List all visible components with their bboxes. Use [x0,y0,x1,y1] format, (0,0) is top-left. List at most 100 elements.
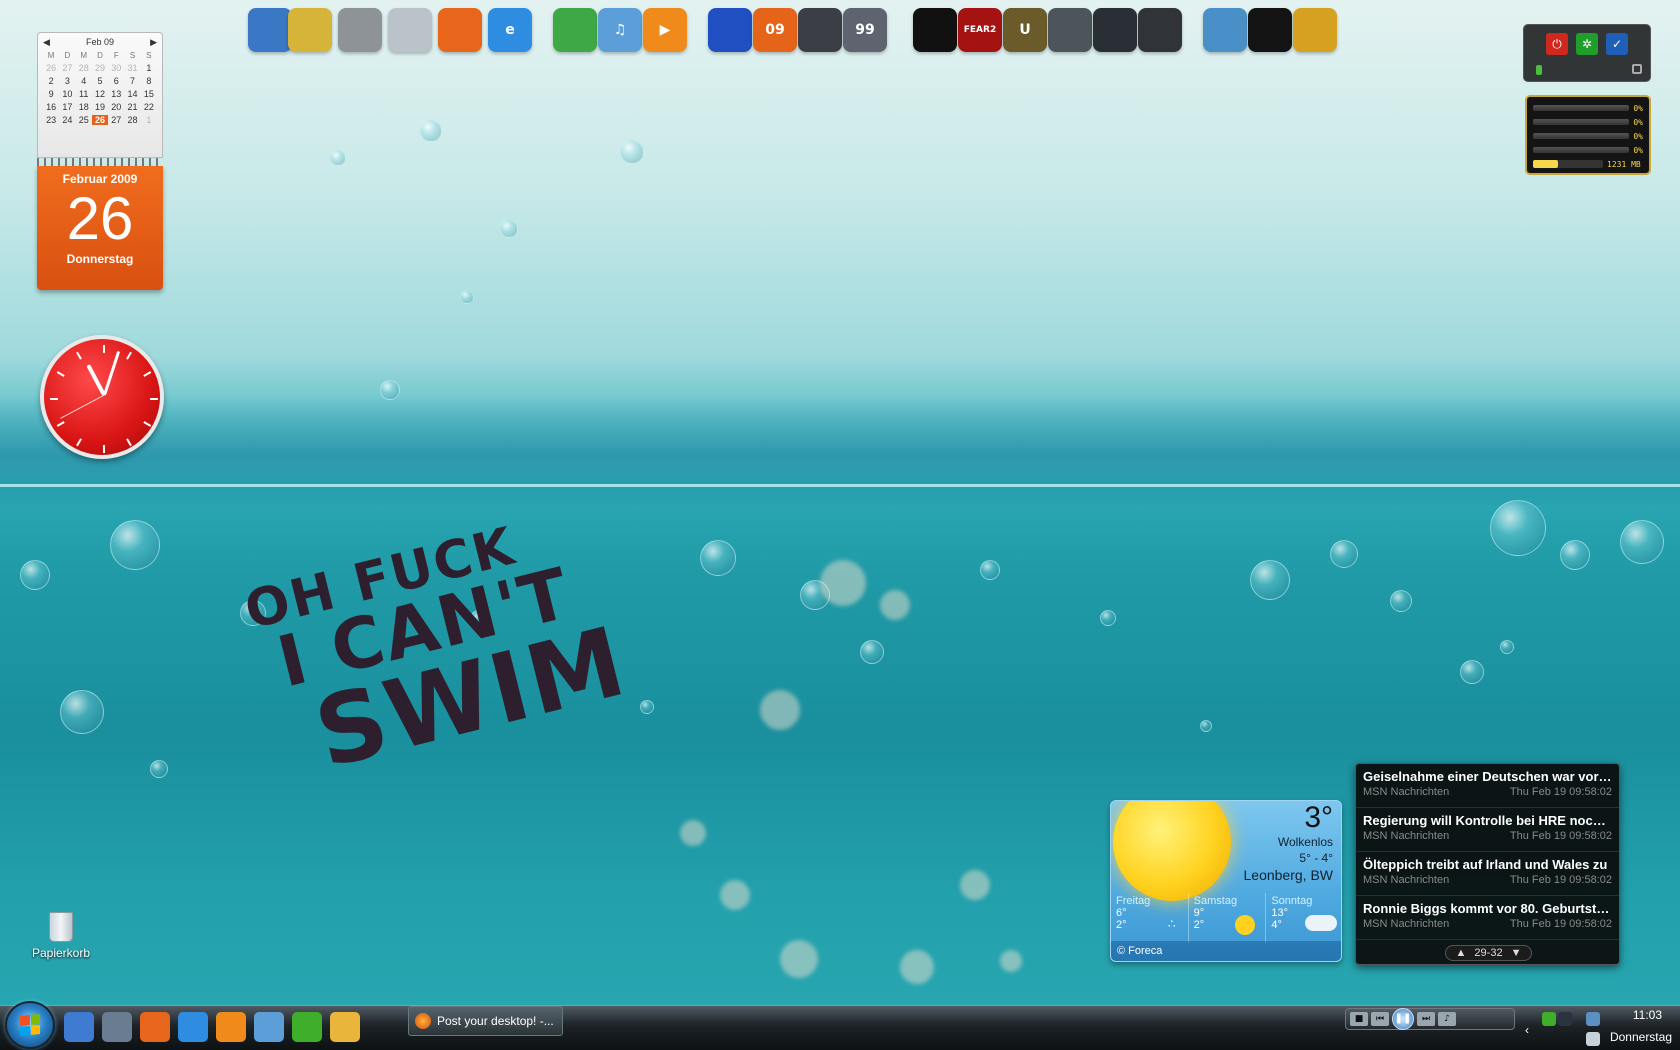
documents-icon[interactable] [288,8,332,52]
calendar-day-cell[interactable]: 15 [141,89,157,99]
weather-credit[interactable]: © Foreca [1111,941,1341,961]
shutdown-button[interactable]: ⏻ [1546,33,1568,55]
icq-tray-icon[interactable] [1542,1012,1556,1026]
media-player-icon[interactable]: ▶ [643,8,687,52]
crysis-icon[interactable] [1048,8,1092,52]
calendar-day-cell[interactable]: 21 [124,102,140,112]
news-item[interactable]: Ronnie Biggs kommt vor 80. Geburtstag ..… [1356,896,1619,940]
calendar-day-cell[interactable]: 20 [108,102,124,112]
restart-button[interactable]: ✲ [1576,33,1598,55]
tools-icon[interactable] [338,8,382,52]
calendar-gadget[interactable]: ◀ Feb 09 ▶ M D M D F S S 26 27 28 29 30 31 1 2 3 4 5 6 7 8 9 1… [37,32,163,290]
calendar-day-cell[interactable]: 1 [141,115,157,125]
recycle-bin-icon[interactable] [388,8,432,52]
itunes-icon[interactable] [254,1012,284,1042]
news-source: MSN Nachrichten [1363,830,1450,842]
calendar-day-cell[interactable]: 17 [59,102,75,112]
firefox-icon[interactable] [140,1012,170,1042]
news-item[interactable]: Regierung will Kontrolle bei HRE noch im… [1356,808,1619,852]
calendar-day-cell[interactable]: 26 [91,115,109,125]
media-next-button[interactable]: ⏭ [1417,1012,1435,1026]
calendar-day-cell[interactable]: 8 [141,76,157,86]
calendar-day-cell[interactable]: 29 [92,63,108,73]
calendar-day-cell[interactable]: 25 [76,115,92,125]
icq-icon[interactable] [292,1012,322,1042]
lock-icon[interactable] [1632,64,1642,74]
show-hidden-icons-icon[interactable]: ‹ [1525,1023,1539,1037]
calendar-day-cell[interactable]: 1 [141,63,157,73]
steam-icon[interactable] [913,8,957,52]
volume-tray-icon[interactable] [1586,1032,1600,1046]
internet-explorer-icon[interactable] [178,1012,208,1042]
news-date: Thu Feb 19 09:58:02 [1509,830,1612,842]
calendar-day-cell[interactable]: 3 [59,76,75,86]
calendar-day-cell[interactable]: 22 [141,102,157,112]
pager-down-icon[interactable]: ▼ [1511,947,1522,959]
shirt-icon[interactable] [1248,8,1292,52]
taskbar-window-button[interactable]: Post your desktop! -... [408,1006,563,1036]
windows-icon[interactable] [553,8,597,52]
calendar-day-cell[interactable]: 12 [92,89,108,99]
internet-explorer-icon[interactable]: e [488,8,532,52]
steam-tray-icon[interactable] [1558,1012,1572,1026]
switch-windows-icon[interactable] [102,1012,132,1042]
game-launcher-icon[interactable] [1093,8,1137,52]
calendar-day-cell[interactable]: 28 [124,115,140,125]
calendar-day-cell[interactable]: 19 [92,102,108,112]
nero-icon[interactable]: 09 [753,8,797,52]
news-item[interactable]: Geiselnahme einer Deutschen war vorge...… [1356,764,1619,808]
calendar-day-cell[interactable]: 6 [108,76,124,86]
start-button[interactable] [5,1001,55,1049]
eagle-icon[interactable] [1138,8,1182,52]
monitor-icon[interactable]: 99 [843,8,887,52]
calendar-day-cell[interactable]: 23 [43,115,59,125]
calendar-day-cell[interactable]: 11 [76,89,92,99]
news-item[interactable]: Ölteppich treibt auf Irland und Wales zu… [1356,852,1619,896]
pager-up-icon[interactable]: ▲ [1456,947,1467,959]
clock-tick [103,445,105,453]
clock-gadget[interactable] [40,335,164,459]
calendar-day-cell[interactable]: 5 [92,76,108,86]
media-player-icon[interactable] [216,1012,246,1042]
firefox-icon[interactable] [438,8,482,52]
itunes-icon[interactable]: ♫ [598,8,642,52]
network-tray-icon[interactable] [1586,1012,1600,1026]
calendar-day-cell[interactable]: 13 [108,89,124,99]
media-previous-button[interactable]: ⏮ [1371,1012,1389,1026]
calendar-day-cell[interactable]: 27 [59,63,75,73]
calendar-day-cell[interactable]: 7 [124,76,140,86]
calendar-day-cell[interactable]: 27 [108,115,124,125]
hammer-icon[interactable] [1293,8,1337,52]
media-volume-button[interactable]: ♪ [1438,1012,1456,1026]
calendar-day-cell[interactable]: 9 [43,89,59,99]
fear2-icon[interactable]: FEAR2 [958,8,1002,52]
taskbar-clock-time[interactable]: 11:03 [1633,1008,1662,1022]
calendar-day-cell[interactable]: 16 [43,102,59,112]
media-stop-button[interactable]: ■ [1350,1012,1368,1026]
mail-icon[interactable] [330,1012,360,1042]
unreal-icon[interactable]: U [1003,8,1047,52]
calendar-day-cell[interactable]: 31 [124,63,140,73]
calendar-prev-icon[interactable]: ◀ [43,37,50,48]
taskbar-clock-day[interactable]: Donnerstag [1610,1030,1672,1044]
calendar-day-cell[interactable]: 30 [108,63,124,73]
save-icon[interactable] [708,8,752,52]
calendar-next-icon[interactable]: ▶ [150,37,157,48]
calendar-day-cell[interactable]: 10 [59,89,75,99]
calendar-day-cell[interactable]: 28 [76,63,92,73]
calendar-day-cell[interactable]: 26 [43,63,59,73]
globe-icon[interactable] [1203,8,1247,52]
weather-gadget[interactable]: 3° Wolkenlos 5° - 4° Leonberg, BW Freita… [1110,800,1342,962]
desktop-recycle-bin[interactable]: Papierkorb [26,912,96,960]
calendar-day-cell[interactable]: 14 [124,89,140,99]
sleep-button[interactable]: ✓ [1606,33,1628,55]
calendar-day-cell[interactable]: 2 [43,76,59,86]
media-pause-button[interactable]: ❚❚ [1392,1008,1414,1030]
calendar-day-cell[interactable]: 24 [59,115,75,125]
headset-icon[interactable] [798,8,842,52]
computer-icon[interactable] [248,8,292,52]
calendar-day-cell[interactable]: 18 [76,102,92,112]
news-source: MSN Nachrichten [1363,874,1450,886]
calendar-day-cell[interactable]: 4 [76,76,92,86]
show-desktop-icon[interactable] [64,1012,94,1042]
